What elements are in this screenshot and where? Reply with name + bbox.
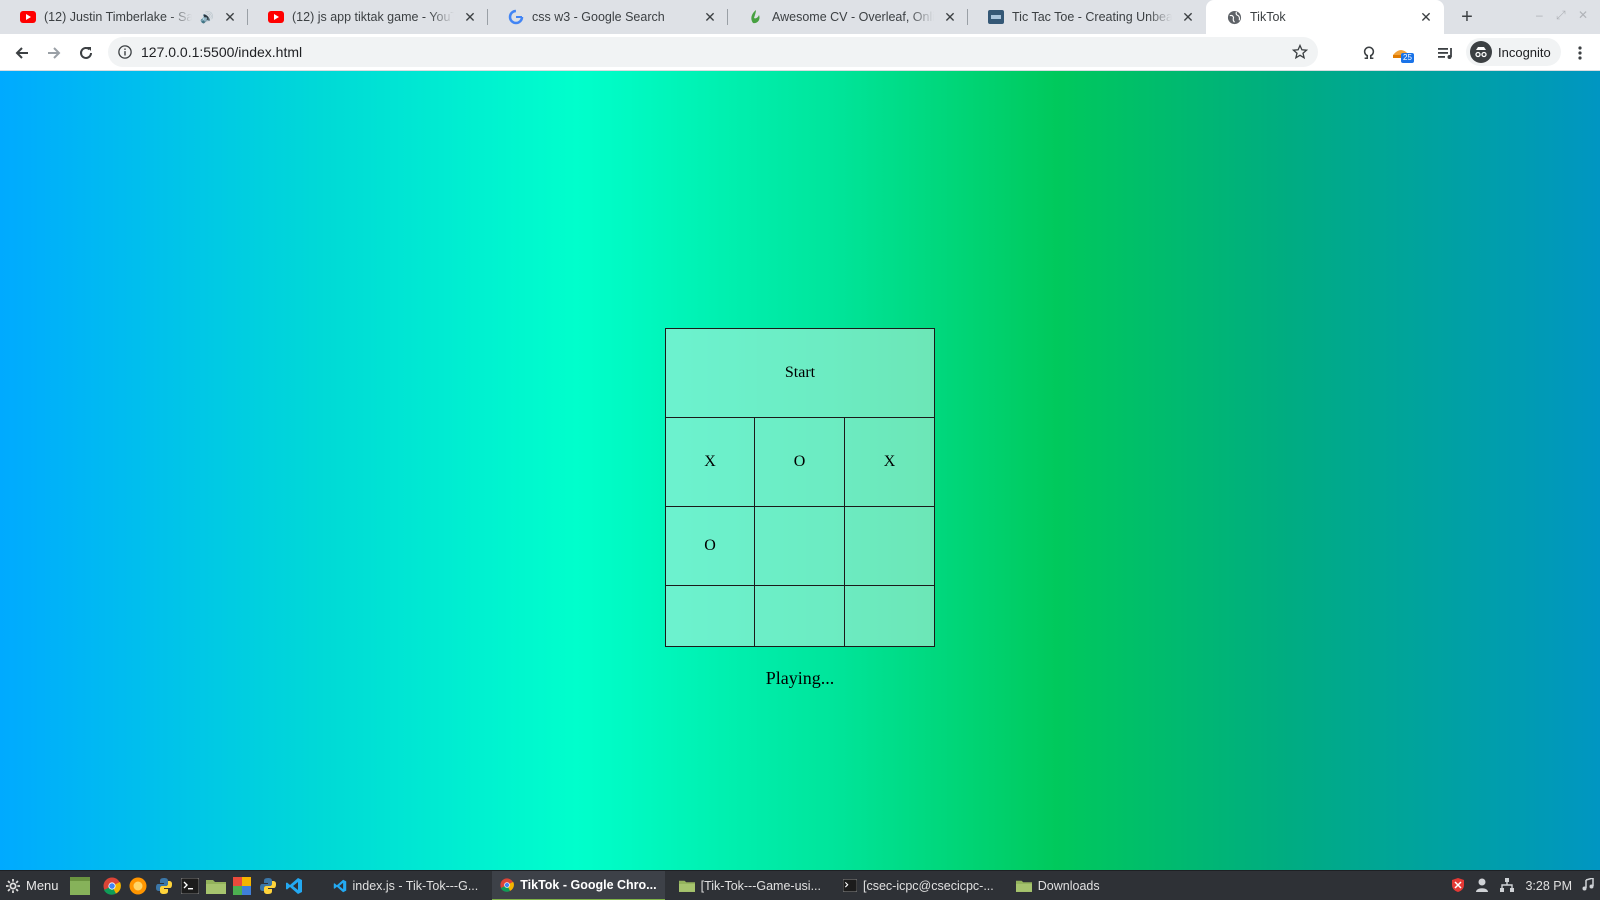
forward-arrow-icon xyxy=(48,47,61,59)
gear-icon xyxy=(6,878,20,893)
game-grid: X O X O xyxy=(665,417,935,647)
overleaf-icon xyxy=(748,9,764,25)
files-launcher-icon[interactable] xyxy=(203,871,229,900)
incognito-icon xyxy=(1470,41,1492,63)
sound-icon[interactable] xyxy=(1582,876,1594,895)
vscode-icon xyxy=(333,879,346,892)
close-tab-icon[interactable]: ✕ xyxy=(1418,9,1434,25)
tic-tac-toe-board: Start X O X O xyxy=(665,328,935,647)
task-label: Downloads xyxy=(1037,878,1100,893)
back-button[interactable] xyxy=(9,40,35,66)
reload-icon xyxy=(80,46,92,59)
incognito-profile-button[interactable]: Incognito xyxy=(1466,38,1561,66)
task-terminal[interactable]: [csec-icpc@csecicpc-... xyxy=(835,871,1002,900)
cell-6[interactable] xyxy=(665,585,755,647)
start-button[interactable]: Start xyxy=(665,328,935,418)
close-tab-icon[interactable]: ✕ xyxy=(462,9,478,25)
firefox-launcher-icon[interactable] xyxy=(125,871,151,900)
clock[interactable]: 3:28 PM xyxy=(1525,879,1572,893)
user-icon[interactable] xyxy=(1475,877,1489,896)
media-control-icon[interactable] xyxy=(1434,41,1458,65)
system-taskbar: Menu index.js - Tik-Tok---G... TikTok - … xyxy=(0,870,1600,900)
page-content: Start X O X O Playing... xyxy=(0,71,1600,870)
tab-title: (12) js app tiktak game - YouTub xyxy=(292,10,454,24)
folder-icon xyxy=(678,880,695,892)
close-tab-icon[interactable]: ✕ xyxy=(702,9,718,25)
tab-css-w3-google[interactable]: css w3 - Google Search ✕ xyxy=(488,0,728,34)
tab-title: Awesome CV - Overleaf, Online xyxy=(772,10,934,24)
tds-icon xyxy=(988,9,1004,25)
new-tab-button[interactable]: + xyxy=(1455,6,1479,28)
incognito-label: Incognito xyxy=(1498,44,1551,60)
reload-button[interactable] xyxy=(73,40,99,66)
show-desktop-icon[interactable] xyxy=(67,871,93,900)
cell-1[interactable]: O xyxy=(754,417,845,507)
system-tray: 3:28 PM xyxy=(1451,871,1594,900)
google-icon xyxy=(508,9,524,25)
browser-menu-icon[interactable] xyxy=(1568,41,1592,65)
game-status: Playing... xyxy=(765,668,835,688)
terminal-icon xyxy=(842,879,857,892)
tab-tiktok[interactable]: TikTok ✕ xyxy=(1206,0,1444,34)
chrome-launcher-icon[interactable] xyxy=(99,871,125,900)
close-window-icon[interactable]: ✕ xyxy=(1578,8,1588,22)
bookmark-star-icon[interactable] xyxy=(1291,43,1309,63)
youtube-icon xyxy=(268,9,284,25)
info-icon[interactable] xyxy=(118,45,132,59)
tab-title: css w3 - Google Search xyxy=(532,10,665,24)
vscode-launcher-icon[interactable] xyxy=(281,871,307,900)
extension-badge-count: 25 xyxy=(1401,53,1414,63)
folder-icon xyxy=(1015,880,1032,892)
task-label: TikTok - Google Chro... xyxy=(520,877,657,892)
back-arrow-icon xyxy=(15,47,28,59)
task-label: [csec-icpc@csecicpc-... xyxy=(862,878,994,893)
url-text: 127.0.0.1:5500/index.html xyxy=(141,44,303,60)
task-downloads-folder[interactable]: Downloads xyxy=(1008,871,1108,900)
cell-3[interactable]: O xyxy=(665,506,755,586)
close-tab-icon[interactable]: ✕ xyxy=(942,9,958,25)
cell-4[interactable] xyxy=(754,506,845,586)
task-label: index.js - Tik-Tok---G... xyxy=(352,878,479,893)
maximize-icon[interactable]: ⤢ xyxy=(1556,8,1566,23)
task-chrome-tiktok[interactable]: TikTok - Google Chro... xyxy=(492,870,665,900)
cell-0[interactable]: X xyxy=(665,417,755,507)
youtube-icon xyxy=(20,9,36,25)
forward-button[interactable] xyxy=(41,40,67,66)
network-icon[interactable] xyxy=(1499,877,1515,896)
tab-js-app-tiktak[interactable]: (12) js app tiktak game - YouTub ✕ xyxy=(248,0,488,34)
browser-toolbar: 127.0.0.1:5500/index.html 25 Incognito xyxy=(0,34,1600,71)
tab-tic-tac-toe-unbeatable[interactable]: Tic Tac Toe - Creating Unbeatab ✕ xyxy=(968,0,1206,34)
globe-icon xyxy=(1226,9,1242,25)
task-folder-tiktok-game[interactable]: [Tik-Tok---Game-usi... xyxy=(671,871,829,900)
cell-2[interactable]: X xyxy=(844,417,935,507)
software-manager-icon[interactable] xyxy=(229,871,255,900)
cell-5[interactable] xyxy=(844,506,935,586)
python-idle-launcher-icon[interactable] xyxy=(255,871,281,900)
tab-title: Tic Tac Toe - Creating Unbeatab xyxy=(1012,10,1172,24)
python-launcher-icon[interactable] xyxy=(151,871,177,900)
tab-justin-timberlake[interactable]: (12) Justin Timberlake - Say 🔊 ✕ xyxy=(0,0,248,34)
menu-label: Menu xyxy=(26,878,59,893)
chrome-icon xyxy=(500,877,515,892)
shield-icon[interactable] xyxy=(1451,877,1465,896)
tab-title: (12) Justin Timberlake - Say xyxy=(44,10,193,24)
task-label: [Tik-Tok---Game-usi... xyxy=(700,878,821,893)
extension-omega-icon[interactable] xyxy=(1357,41,1381,65)
tab-title: TikTok xyxy=(1250,10,1286,24)
close-tab-icon[interactable]: ✕ xyxy=(222,9,238,25)
minimize-icon[interactable]: – xyxy=(1536,8,1543,22)
audio-playing-icon[interactable]: 🔊 xyxy=(200,11,214,24)
extension-badge-icon[interactable]: 25 xyxy=(1389,41,1414,65)
tab-awesome-cv-overleaf[interactable]: Awesome CV - Overleaf, Online ✕ xyxy=(728,0,968,34)
address-bar[interactable]: 127.0.0.1:5500/index.html xyxy=(108,37,1318,67)
start-menu-button[interactable]: Menu xyxy=(0,871,67,900)
task-vscode-index-js[interactable]: index.js - Tik-Tok---G... xyxy=(325,871,487,900)
cell-7[interactable] xyxy=(754,585,845,647)
tab-strip: (12) Justin Timberlake - Say 🔊 ✕ (12) js… xyxy=(0,0,1600,34)
close-tab-icon[interactable]: ✕ xyxy=(1180,9,1196,25)
terminal-launcher-icon[interactable] xyxy=(177,871,203,900)
cell-8[interactable] xyxy=(844,585,935,647)
